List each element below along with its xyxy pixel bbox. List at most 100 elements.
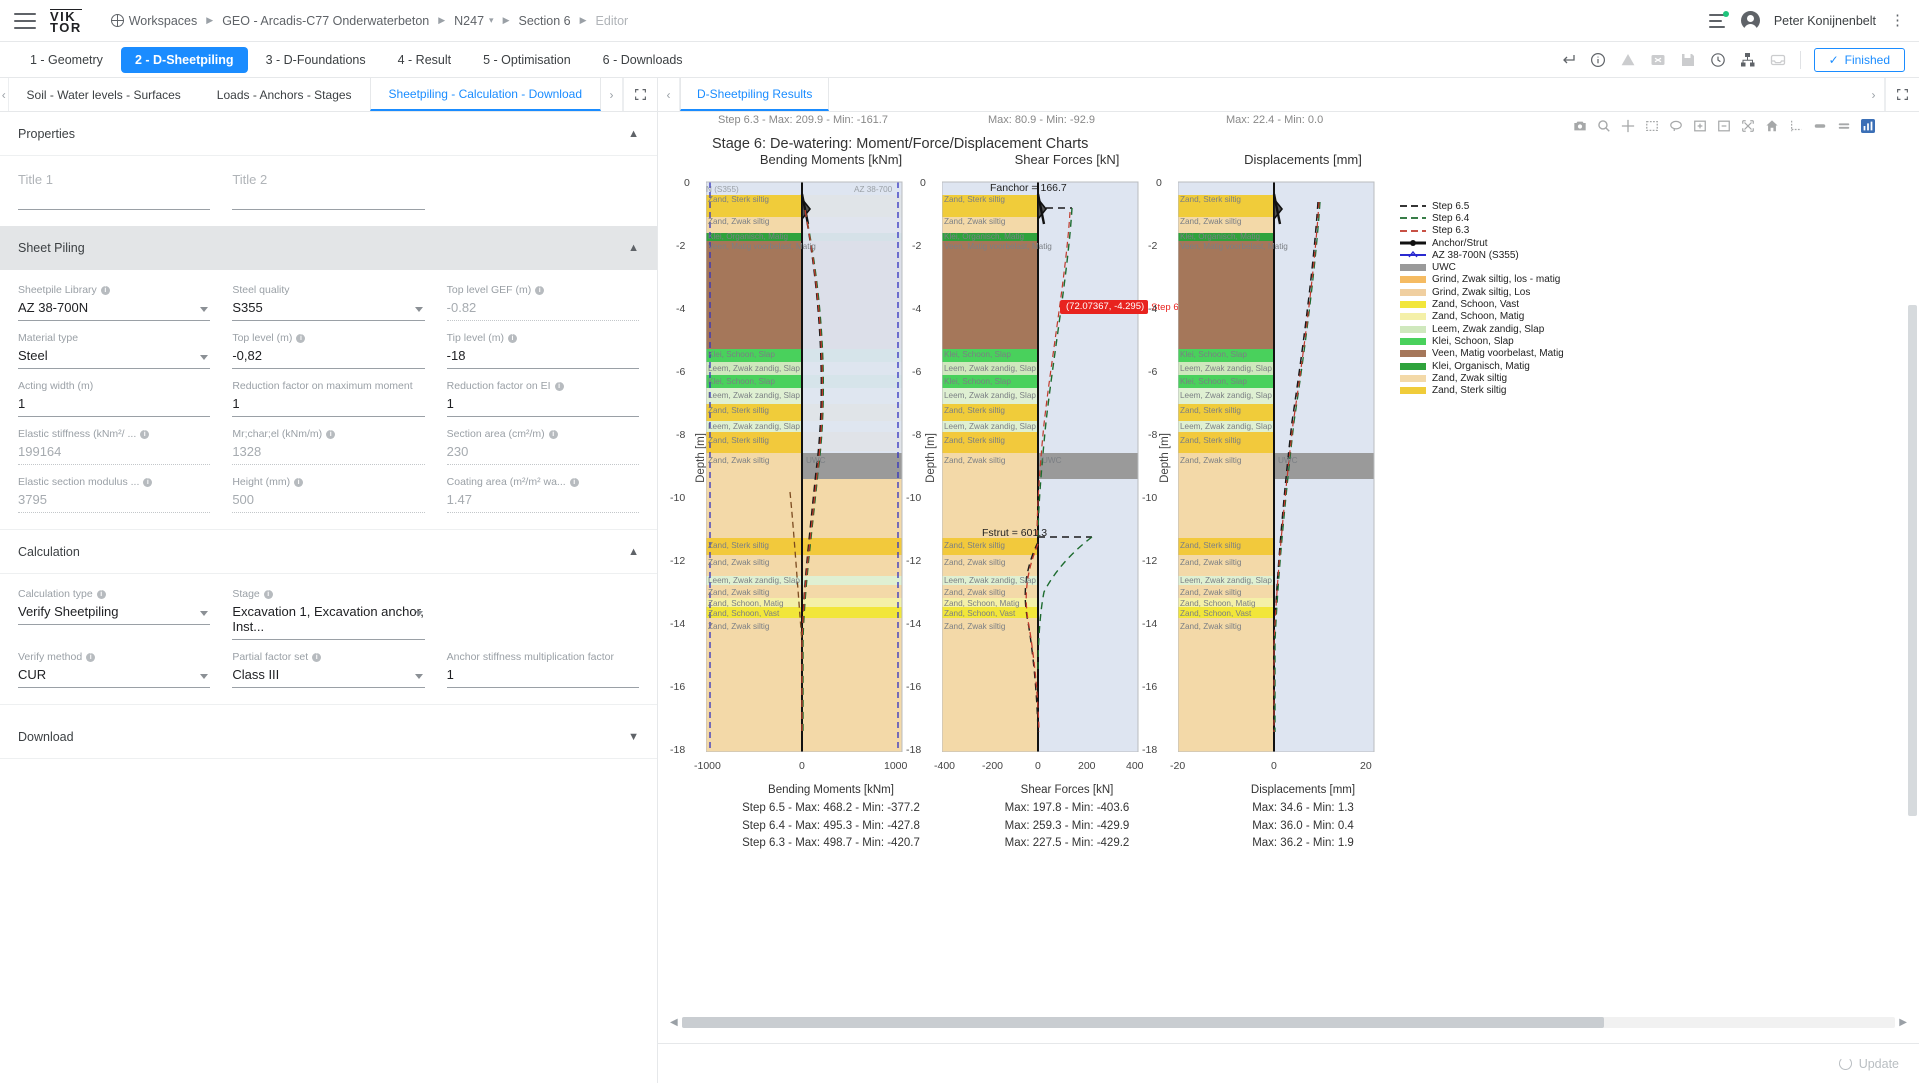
legend-item[interactable]: Step 6.5 [1400,200,1564,212]
steel-quality-select[interactable]: S355 [232,298,425,321]
pan-icon[interactable] [1620,118,1635,133]
plot-area[interactable]: Step 6.3 - Max: 209.9 - Min: -161.7 Max:… [658,112,1919,1043]
section-header-download[interactable]: Download ▼ [0,715,657,759]
viktor-logo[interactable]: VIK TOR [50,8,82,34]
step-tab-result[interactable]: 4 - Result [384,47,466,73]
breadcrumb-editor[interactable]: Editor [593,12,632,30]
vertical-scrollbar[interactable] [1908,152,1917,1003]
breadcrumb-n247[interactable]: N247 ▾ [451,12,496,30]
acting-width-input[interactable]: 1 [18,394,211,417]
info-icon[interactable]: i [143,477,153,487]
camera-icon[interactable] [1572,118,1587,133]
info-icon[interactable]: i [263,589,273,599]
zoom-in-icon[interactable] [1692,118,1707,133]
reduction-factor-ei-input[interactable]: 1 [446,394,639,417]
legend-item[interactable]: Step 6.4 [1400,212,1564,224]
info-icon[interactable] [1590,51,1607,68]
legend-item[interactable]: Zand, Schoon, Vast [1400,298,1564,310]
expand-right-panel-icon[interactable] [1885,78,1919,111]
info-icon[interactable]: i [569,477,579,487]
horizontal-scrollbar-track[interactable] [681,1017,1896,1028]
verify-method-select[interactable]: CUR [18,665,211,688]
info-icon[interactable]: i [100,285,110,295]
enter-return-icon[interactable] [1560,51,1577,68]
hover-closest-icon[interactable] [1836,118,1851,133]
legend-item[interactable]: Step 6.3 [1400,225,1564,237]
finished-button[interactable]: ✓ Finished [1813,47,1905,72]
sub-tab-sheetpiling-calculation-download[interactable]: Sheetpiling - Calculation - Download [369,78,601,111]
title-2-input[interactable]: Title 2 [232,170,425,210]
breadcrumb-project[interactable]: GEO - Arcadis-C77 Onderwaterbeton [219,12,432,30]
step-tab-d-sheetpiling[interactable]: 2 - D-Sheetpiling [120,46,248,73]
history-icon[interactable] [1710,51,1727,68]
legend-item[interactable]: Grind, Zwak siltig, los - matig [1400,274,1564,286]
right-tab-next-icon[interactable]: › [1863,78,1885,111]
tab-d-sheetpiling-results[interactable]: D-Sheetpiling Results [680,78,830,111]
legend-item[interactable]: AZ 38-700N (S355) [1400,249,1564,261]
save-icon[interactable] [1680,51,1697,68]
more-options-icon[interactable]: ⋮ [1890,13,1905,28]
spike-lines-icon[interactable] [1788,118,1803,133]
section-header-sheet-piling[interactable]: Sheet Piling ▲ [0,226,657,270]
info-icon[interactable]: i [96,589,106,599]
warning-icon[interactable] [1620,51,1637,68]
info-icon[interactable]: i [508,333,518,343]
legend-item[interactable]: Zand, Sterk siltig [1400,384,1564,396]
menu-icon[interactable] [14,12,36,29]
info-icon[interactable]: i [326,429,336,439]
notifications-icon[interactable] [1708,10,1729,28]
inbox-icon[interactable] [1770,51,1787,68]
reduction-factor-max-moment-input[interactable]: 1 [232,394,425,417]
horizontal-scrollbar-thumb[interactable] [681,1017,1605,1028]
calculation-type-select[interactable]: Verify Sheetpiling [18,602,211,625]
legend-item[interactable]: Zand, Schoon, Matig [1400,311,1564,323]
legend-item[interactable]: Klei, Organisch, Matig [1400,360,1564,372]
breadcrumb-workspaces[interactable]: Workspaces [108,12,201,30]
displacements-plot[interactable]: Zand, Sterk siltig Zand, Zwak siltig Kle… [1177,172,1428,753]
step-tab-geometry[interactable]: 1 - Geometry [16,47,117,73]
step-tab-downloads[interactable]: 6 - Downloads [589,47,697,73]
lasso-select-icon[interactable] [1668,118,1683,133]
zoom-icon[interactable] [1596,118,1611,133]
breadcrumb-section[interactable]: Section 6 [516,12,574,30]
anchor-stiffness-multiplication-factor-input[interactable]: 1 [446,665,639,688]
tip-level-input[interactable]: -18 [446,346,639,369]
shear-forces-plot[interactable]: Zand, Sterk siltig Zand, Zwak siltig Kle… [941,172,1192,753]
expand-left-panel-icon[interactable] [623,78,657,111]
section-header-properties[interactable]: Properties ▲ [0,112,657,156]
info-icon[interactable]: i [140,429,150,439]
subtab-next-icon[interactable]: › [601,78,623,111]
update-button[interactable]: Update [1838,1057,1899,1071]
legend-item[interactable]: Anchor/Strut [1400,237,1564,249]
legend-item[interactable]: Grind, Zwak siltig, Los [1400,286,1564,298]
subtab-prev-icon[interactable]: ‹ [0,78,9,111]
scroll-right-icon[interactable]: ▶ [1895,1017,1911,1028]
partial-factor-set-select[interactable]: Class III [232,665,425,688]
scroll-left-icon[interactable]: ◀ [666,1017,682,1028]
info-icon[interactable]: i [312,652,322,662]
info-icon[interactable]: i [296,333,306,343]
info-icon[interactable]: i [554,381,564,391]
home-icon[interactable] [1764,118,1779,133]
title-1-input[interactable]: Title 1 [18,170,211,210]
left-form-scroll[interactable]: Properties ▲ Title 1 Title 2 Sheet Pilin… [0,112,657,1083]
step-tab-d-foundations[interactable]: 3 - D-Foundations [252,47,380,73]
legend-item[interactable]: Leem, Zwak zandig, Slap [1400,323,1564,335]
autoscale-icon[interactable] [1740,118,1755,133]
top-level-input[interactable]: -0,82 [232,346,425,369]
legend-item[interactable]: UWC [1400,261,1564,273]
legend-item[interactable]: Zand, Zwak siltig [1400,372,1564,384]
step-tab-optimisation[interactable]: 5 - Optimisation [469,47,585,73]
info-icon[interactable]: i [86,652,96,662]
plotly-logo-icon[interactable] [1860,118,1875,133]
sub-tab-loads-anchors-stages[interactable]: Loads - Anchors - Stages [199,78,370,111]
material-type-select[interactable]: Steel [18,346,211,369]
stage-select[interactable]: Excavation 1, Excavation anchor, Inst... [232,602,425,640]
zoom-out-icon[interactable] [1716,118,1731,133]
hover-compare-icon[interactable] [1812,118,1827,133]
legend-item[interactable]: Klei, Schoon, Slap [1400,335,1564,347]
right-tab-prev-icon[interactable]: ‹ [658,78,680,111]
vertical-scrollbar-thumb[interactable] [1908,305,1917,816]
legend-item[interactable]: Veen, Matig voorbelast, Matig [1400,348,1564,360]
hierarchy-icon[interactable] [1740,51,1757,68]
